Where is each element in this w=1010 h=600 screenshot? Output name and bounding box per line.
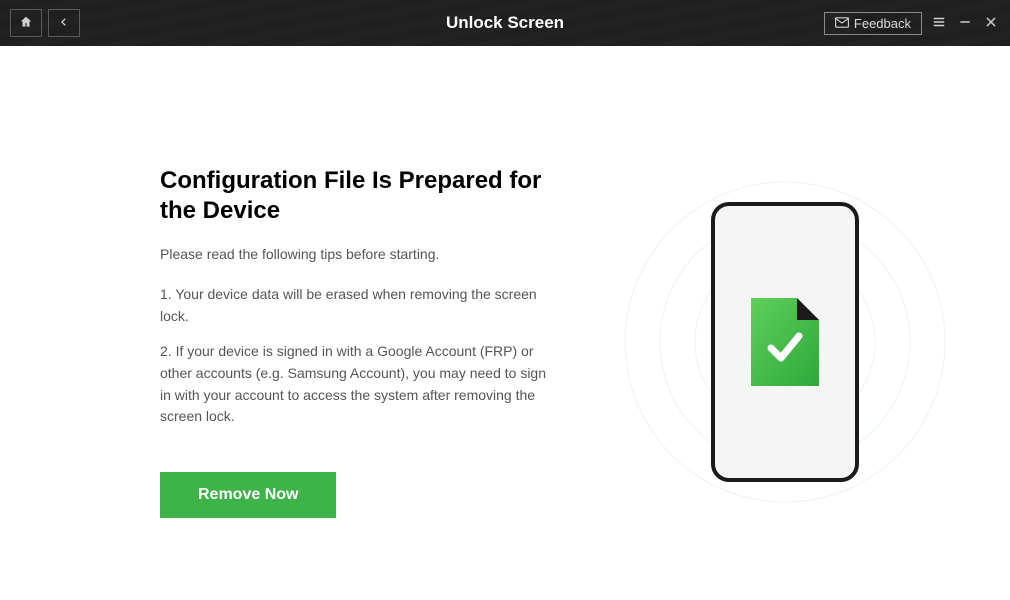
subtitle: Please read the following tips before st… [160, 246, 560, 262]
app-header: Unlock Screen Feedback [0, 0, 1010, 46]
close-icon [984, 15, 998, 32]
tip-1: 1. Your device data will be erased when … [160, 284, 560, 327]
feedback-label: Feedback [854, 16, 911, 31]
phone-frame [711, 202, 859, 482]
back-button[interactable] [48, 9, 80, 37]
home-button[interactable] [10, 9, 42, 37]
menu-icon [931, 15, 947, 32]
feedback-button[interactable]: Feedback [824, 12, 922, 35]
home-icon [19, 15, 33, 32]
close-button[interactable] [982, 14, 1000, 32]
header-controls: Feedback [824, 12, 1000, 35]
document-check-icon [751, 298, 819, 386]
text-column: Configuration File Is Prepared for the D… [160, 166, 560, 518]
minimize-icon [958, 15, 972, 32]
tip-2: 2. If your device is signed in with a Go… [160, 341, 560, 428]
minimize-button[interactable] [956, 14, 974, 32]
menu-button[interactable] [930, 14, 948, 32]
heading: Configuration File Is Prepared for the D… [160, 166, 560, 226]
remove-now-button[interactable]: Remove Now [160, 472, 336, 518]
page-title: Unlock Screen [446, 13, 564, 33]
mail-icon [835, 16, 849, 31]
main-content: Configuration File Is Prepared for the D… [0, 46, 1010, 578]
chevron-left-icon [59, 15, 69, 32]
illustration [640, 166, 930, 518]
